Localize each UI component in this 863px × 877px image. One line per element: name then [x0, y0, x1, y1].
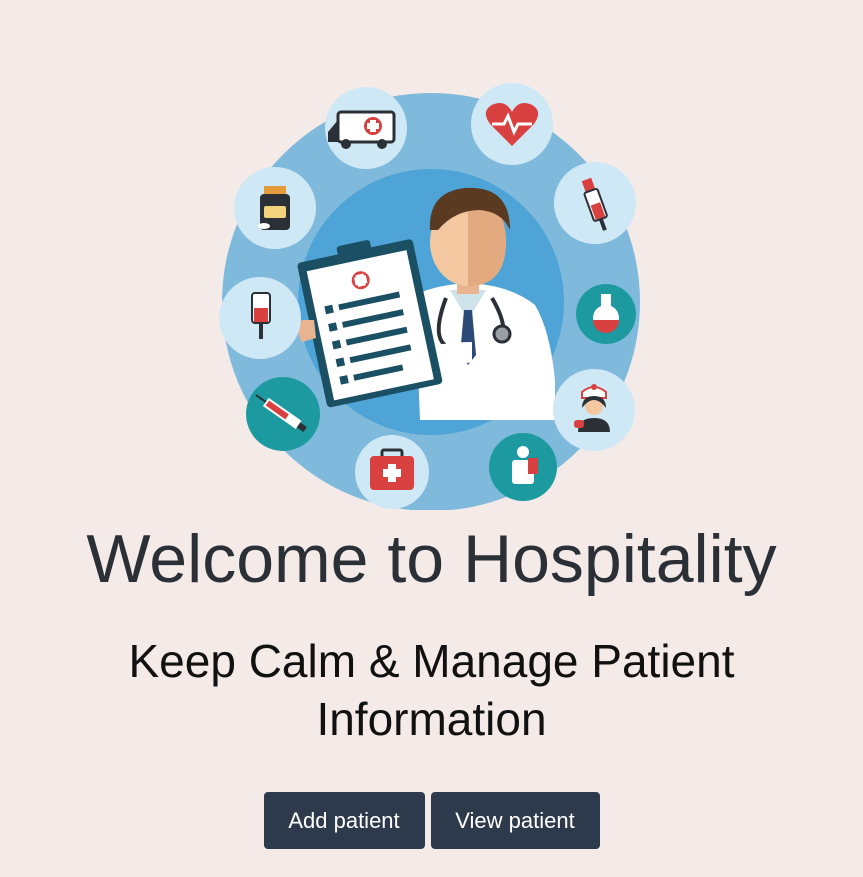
flask-icon — [576, 284, 636, 344]
add-patient-button[interactable]: Add patient — [263, 792, 425, 849]
heart-rate-icon — [471, 83, 553, 165]
nurse-icon — [553, 369, 635, 451]
ambulance-icon — [325, 87, 407, 169]
welcome-page: Welcome to Hospitality Keep Calm & Manag… — [0, 0, 863, 877]
pill-bottle-icon — [234, 167, 316, 249]
syringe-icon — [246, 377, 320, 451]
injured-patient-icon — [489, 433, 557, 501]
page-title: Welcome to Hospitality — [86, 521, 777, 597]
page-subtitle: Keep Calm & Manage Patient Information — [128, 635, 735, 745]
iv-bag-icon — [219, 277, 301, 359]
first-aid-kit-icon — [355, 435, 429, 509]
action-buttons: Add patient View patient — [0, 792, 863, 849]
view-patient-button[interactable]: View patient — [430, 792, 600, 849]
dropper-icon — [554, 162, 636, 244]
hero-illustration — [210, 80, 650, 510]
